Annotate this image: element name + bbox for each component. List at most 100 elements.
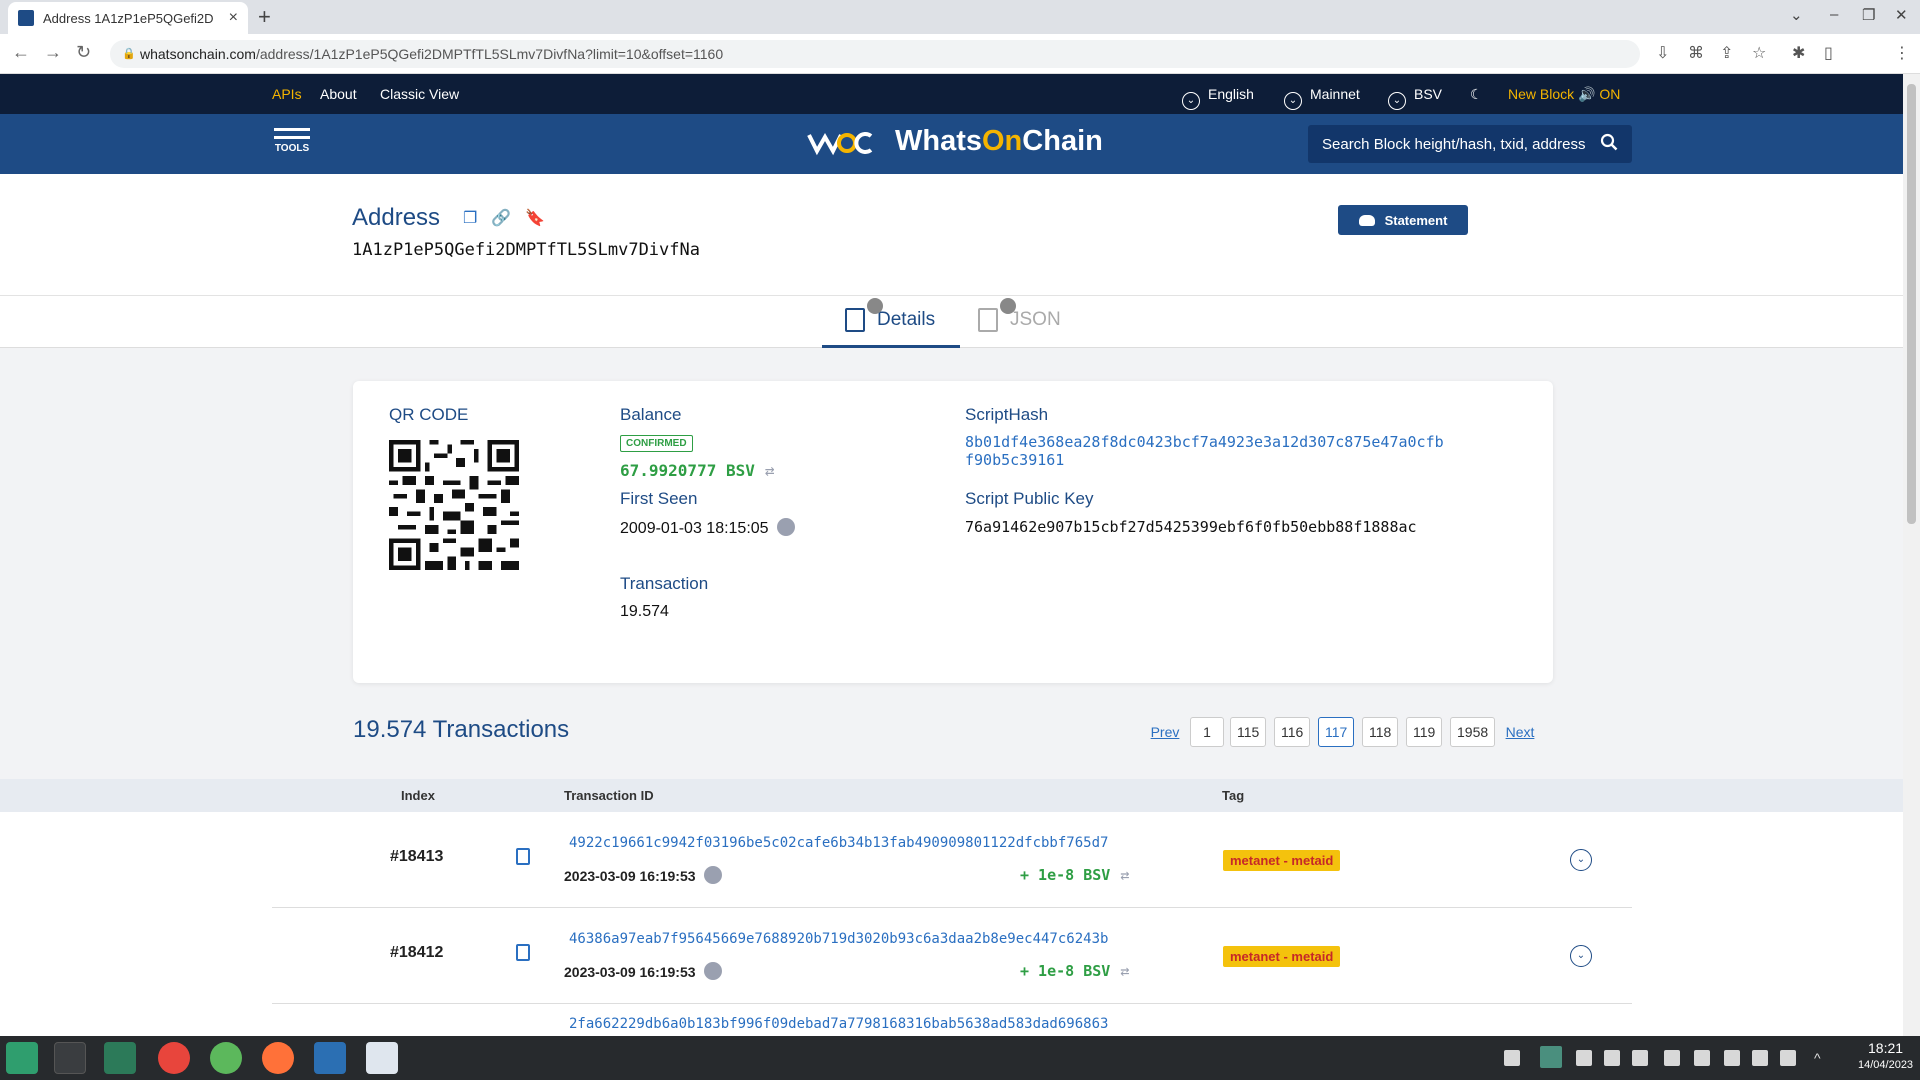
extensions-icon[interactable]: ✱ (1792, 43, 1805, 63)
tx-amount: + 1e-8 BSV ⇄ (1020, 962, 1129, 980)
next-page-link[interactable]: Next (1502, 717, 1538, 747)
copy-icon[interactable]: ❐ (463, 210, 477, 227)
apis-link[interactable]: APIs (272, 86, 302, 102)
editor-icon[interactable] (366, 1042, 398, 1074)
tab-details-label: Details (877, 309, 936, 330)
transaction-count: 19.574 (620, 603, 669, 620)
script-public-key-value: 76a91462e907b15cbf27d5425399ebf6f0fb50eb… (965, 518, 1417, 536)
taskbar-clock[interactable]: 18:21 14/04/2023 (1858, 1040, 1913, 1074)
workspace-icon[interactable] (1540, 1046, 1562, 1068)
chrome-icon[interactable] (158, 1042, 190, 1074)
tab-search-icon[interactable]: ⌄ (1790, 6, 1803, 24)
tx-id-link[interactable]: 2fa662229db6a0b183bf996f09debad7a7798168… (569, 1016, 1108, 1032)
url-field[interactable]: 🔒 whatsonchain.com/address/1A1zP1eP5QGef… (110, 40, 1640, 68)
download-icon[interactable] (210, 1042, 242, 1074)
tx-id-link[interactable]: 4922c19661c9942f03196be5c02cafe6b34b13fa… (569, 835, 1108, 851)
site-logo[interactable]: Whats On Chain (805, 125, 1103, 158)
first-seen-row: 2009-01-03 18:15:05 (620, 518, 795, 538)
swap-arrows-icon[interactable]: ⇄ (1120, 866, 1129, 884)
scrollbar-thumb[interactable] (1907, 84, 1916, 524)
page-link-current[interactable]: 117 (1318, 717, 1355, 747)
bookmark-star-icon[interactable]: ☆ (1752, 43, 1766, 63)
about-link[interactable]: About (320, 86, 357, 102)
browser-tab[interactable]: Address 1A1zP1eP5QGefi2D × (8, 2, 248, 34)
file-manager-icon[interactable] (104, 1042, 136, 1074)
side-panel-icon[interactable]: ▯ (1824, 43, 1833, 63)
forward-icon[interactable]: → (44, 42, 62, 63)
start-menu-icon[interactable] (6, 1042, 38, 1074)
qr-code-image[interactable] (389, 440, 519, 570)
page-scrollbar[interactable] (1903, 74, 1920, 1036)
tab-details[interactable]: Details (845, 298, 936, 332)
logo-text-on: On (982, 125, 1023, 157)
window-icon[interactable] (1504, 1050, 1520, 1066)
battery-icon[interactable] (1694, 1050, 1710, 1066)
minimize-icon[interactable]: – (1830, 6, 1838, 23)
swap-arrows-icon[interactable]: ⇄ (765, 461, 775, 480)
os-taskbar: ^ 18:21 14/04/2023 (0, 1036, 1920, 1080)
tx-amount-value: + 1e-8 BSV (1020, 962, 1111, 980)
chevron-up-icon[interactable]: ^ (1814, 1050, 1830, 1066)
tx-id-link[interactable]: 46386a97eab7f95645669e7688920b719d3020b9… (569, 931, 1108, 947)
dark-mode-moon-icon[interactable]: ☾ (1470, 86, 1483, 103)
notification-icon[interactable] (1576, 1050, 1592, 1066)
page-link[interactable]: 115 (1230, 717, 1267, 747)
close-window-icon[interactable]: ✕ (1895, 6, 1908, 24)
tools-menu-button[interactable]: TOOLS (274, 128, 310, 154)
firefox-icon[interactable] (262, 1042, 294, 1074)
swap-arrows-icon[interactable]: ⇄ (1120, 962, 1129, 980)
page-title: Address (352, 204, 441, 231)
expand-row-chevron-icon[interactable]: ⌄ (1570, 849, 1592, 871)
network-value: Mainnet (1310, 86, 1360, 102)
tab-json[interactable]: JSON (978, 298, 1061, 332)
page-link[interactable]: 119 (1406, 717, 1443, 747)
page-link[interactable]: 118 (1362, 717, 1399, 747)
back-icon[interactable]: ← (12, 42, 30, 63)
bookmark-icon[interactable]: 🔖 (525, 210, 545, 227)
copy-icon[interactable] (516, 944, 530, 961)
classic-view-link[interactable]: Classic View (380, 86, 459, 102)
new-tab-icon[interactable]: + (258, 4, 271, 30)
new-block-toggle[interactable]: New Block 🔊 ON (1508, 86, 1620, 103)
language-select[interactable]: ⌄ English (1182, 86, 1254, 110)
reload-icon[interactable]: ↻ (76, 42, 91, 63)
share-icon[interactable]: ⇪ (1720, 43, 1733, 63)
clipboard-icon[interactable] (1632, 1050, 1648, 1066)
update-icon[interactable] (1664, 1050, 1680, 1066)
clock-icon (703, 866, 722, 884)
close-tab-icon[interactable]: × (229, 9, 238, 27)
tx-date-value: 2023-03-09 16:19:53 (564, 868, 696, 884)
browser-tab-title: Address 1A1zP1eP5QGefi2D (43, 10, 214, 26)
page-link[interactable]: 116 (1274, 717, 1311, 747)
prev-page-link[interactable]: Prev (1148, 717, 1182, 747)
page-link[interactable]: 1958 (1450, 717, 1496, 747)
link-icon[interactable]: 🔗 (491, 210, 511, 227)
expand-row-chevron-icon[interactable]: ⌄ (1570, 945, 1592, 967)
browser-tab-bar: Address 1A1zP1eP5QGefi2D × + ⌄ – ❐ ✕ (0, 0, 1920, 34)
terminal-icon[interactable] (54, 1042, 86, 1074)
copy-icon[interactable] (516, 848, 530, 865)
active-tab-indicator (822, 345, 960, 348)
site-header: TOOLS Whats On Chain Search Block height/h… (0, 114, 1903, 174)
display-icon[interactable] (1752, 1050, 1768, 1066)
translate-icon[interactable]: ⌘ (1688, 43, 1704, 63)
menu-icon[interactable]: ⋮ (1894, 43, 1910, 63)
page-tabs: Details JSON (0, 296, 1903, 348)
statement-button[interactable]: Statement (1338, 205, 1468, 235)
dropbox-icon[interactable] (1604, 1050, 1620, 1066)
currency-select[interactable]: ⌄ BSV (1388, 86, 1442, 110)
page-link[interactable]: 1 (1190, 717, 1224, 747)
search-input[interactable]: Search Block height/hash, txid, address (1308, 125, 1632, 163)
table-row: #18412 46386a97eab7f95645669e7688920b719… (272, 908, 1632, 1004)
url-path: /address/1A1zP1eP5QGefi2DMPTfTL5SLmv7Div… (255, 46, 724, 62)
scripthash-value[interactable]: 8b01df4e368ea28f8dc0423bcf7a4923e3a12d30… (965, 433, 1444, 469)
details-card: QR CODE Balance CONFIRMED 67.9920777 BSV… (353, 381, 1553, 683)
install-icon[interactable]: ⇩ (1656, 43, 1669, 63)
chevron-down-icon: ⌄ (1284, 92, 1302, 110)
restore-icon[interactable]: ❐ (1862, 6, 1875, 24)
volume-icon[interactable] (1780, 1050, 1796, 1066)
search-icon[interactable] (1600, 133, 1618, 151)
bluetooth-icon[interactable] (1724, 1050, 1740, 1066)
network-select[interactable]: ⌄ Mainnet (1284, 86, 1360, 110)
vscode-icon[interactable] (314, 1042, 346, 1074)
